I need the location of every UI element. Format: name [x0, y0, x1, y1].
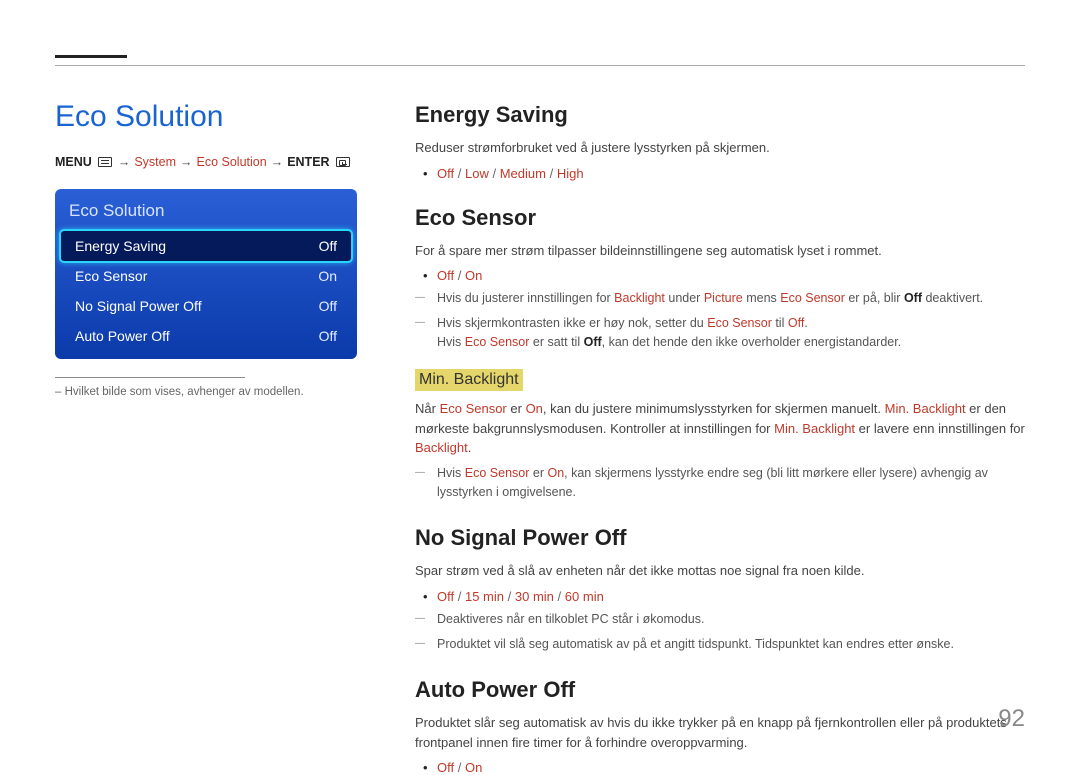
option-off: Off [437, 760, 454, 775]
breadcrumb-menu: MENU [55, 155, 92, 169]
menu-item-value: On [318, 268, 337, 284]
arrow-right-icon: → [118, 155, 131, 169]
menu-panel: Eco Solution Energy Saving Off Eco Senso… [55, 189, 357, 359]
options-no-signal: Off / 15 min / 30 min / 60 min [437, 589, 1025, 604]
option-medium: Medium [500, 166, 546, 181]
menu-item-value: Off [319, 238, 337, 254]
no-signal-note-1: Deaktiveres når en tilkoblet PC står i ø… [437, 610, 1025, 629]
option-60min: 60 min [565, 589, 604, 604]
menu-item-value: Off [319, 298, 337, 314]
arrow-right-icon: → [180, 155, 193, 169]
section-energy-saving-desc: Reduser strømforbruket ved å justere lys… [415, 138, 1025, 158]
breadcrumb: MENU → System → Eco Solution → ENTER [55, 155, 375, 169]
eco-sensor-note-1: Hvis du justerer innstillingen for Backl… [437, 289, 1025, 308]
enter-icon [336, 157, 350, 167]
menu-item-energy-saving[interactable]: Energy Saving Off [61, 231, 351, 261]
options-energy-saving: Off / Low / Medium / High [437, 166, 1025, 181]
section-auto-power-off-title: Auto Power Off [415, 677, 1025, 703]
left-note-divider [55, 377, 245, 378]
arrow-right-icon: → [271, 155, 284, 169]
menu-item-label: No Signal Power Off [75, 298, 202, 314]
header-accent-bar [55, 55, 127, 58]
left-column: Eco Solution MENU → System → Eco Solutio… [55, 100, 415, 775]
options-auto-power-off: Off / On [437, 760, 1025, 775]
min-backlight-note: Hvis Eco Sensor er On, kan skjermens lys… [437, 464, 1025, 502]
section-auto-power-off-desc: Produktet slår seg automatisk av hvis du… [415, 713, 1025, 752]
menu-icon [98, 157, 112, 167]
section-eco-sensor-desc: For å spare mer strøm tilpasser bildeinn… [415, 241, 1025, 261]
no-signal-note-2: Produktet vil slå seg automatisk av på e… [437, 635, 1025, 654]
menu-item-label: Eco Sensor [75, 268, 147, 284]
menu-item-auto-power-off[interactable]: Auto Power Off Off [61, 321, 351, 351]
menu-item-eco-sensor[interactable]: Eco Sensor On [61, 261, 351, 291]
breadcrumb-enter: ENTER [287, 155, 329, 169]
option-off: Off [437, 268, 454, 283]
subsection-min-backlight-title: Min. Backlight [415, 369, 523, 391]
page-title: Eco Solution [55, 100, 375, 133]
option-15min: 15 min [465, 589, 504, 604]
option-off: Off [437, 166, 454, 181]
left-footnote: – Hvilket bilde som vises, avhenger av m… [55, 386, 375, 398]
option-low: Low [465, 166, 489, 181]
section-no-signal-desc: Spar strøm ved å slå av enheten når det … [415, 561, 1025, 581]
breadcrumb-system: System [134, 155, 176, 169]
option-30min: 30 min [515, 589, 554, 604]
option-on: On [465, 760, 482, 775]
option-on: On [465, 268, 482, 283]
page-number: 92 [998, 705, 1025, 733]
header-divider [55, 65, 1025, 66]
menu-item-label: Auto Power Off [75, 328, 170, 344]
option-high: High [557, 166, 584, 181]
menu-panel-header: Eco Solution [61, 197, 351, 231]
section-energy-saving-title: Energy Saving [415, 102, 1025, 128]
subsection-min-backlight-desc: Når Eco Sensor er On, kan du justere min… [415, 399, 1025, 458]
breadcrumb-eco: Eco Solution [197, 155, 267, 169]
menu-item-label: Energy Saving [75, 238, 166, 254]
options-eco-sensor: Off / On [437, 268, 1025, 283]
menu-item-no-signal-power-off[interactable]: No Signal Power Off Off [61, 291, 351, 321]
option-off: Off [437, 589, 454, 604]
right-column: Energy Saving Reduser strømforbruket ved… [415, 100, 1025, 775]
section-no-signal-title: No Signal Power Off [415, 525, 1025, 551]
eco-sensor-note-2: Hvis skjermkontrasten ikke er høy nok, s… [437, 314, 1025, 352]
menu-item-value: Off [319, 328, 337, 344]
section-eco-sensor-title: Eco Sensor [415, 205, 1025, 231]
